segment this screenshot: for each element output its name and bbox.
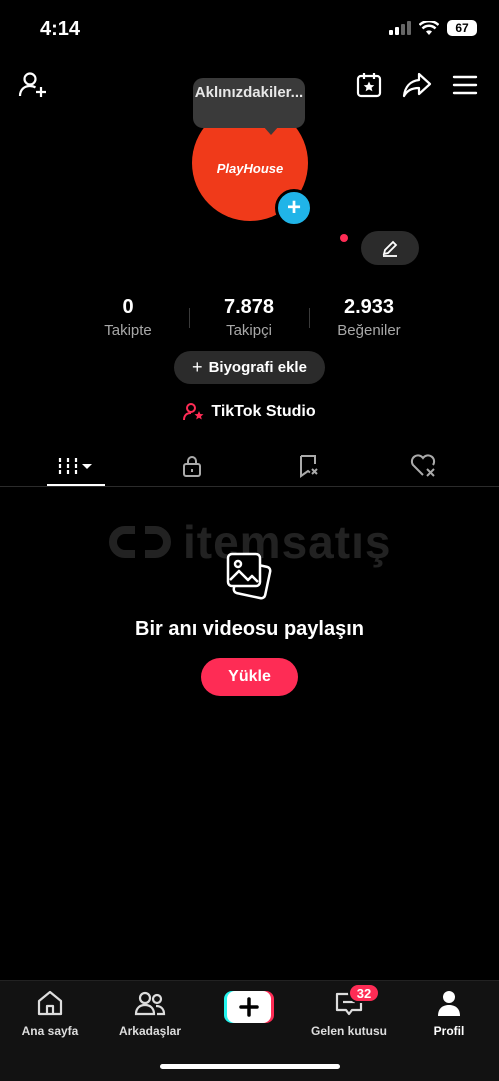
profile-tabs: [0, 446, 499, 487]
inbox-badge: 32: [348, 983, 380, 1003]
friends-icon: [134, 991, 166, 1016]
add-friend-button[interactable]: [16, 68, 50, 102]
stat-following[interactable]: 0 Takipte: [58, 296, 198, 339]
notification-dot: [340, 234, 348, 242]
menu-button[interactable]: [448, 68, 482, 102]
share-icon: [402, 72, 432, 98]
stat-likes-value: 2.933: [343, 296, 395, 318]
create-plus-icon: [224, 991, 274, 1023]
tab-videos[interactable]: [14, 446, 139, 486]
create-video-button[interactable]: [224, 991, 274, 1023]
studio-user-icon: [183, 403, 204, 421]
add-bio-button[interactable]: + Biyografi ekle: [174, 351, 325, 384]
add-bio-label: Biyografi ekle: [208, 359, 307, 376]
home-indicator: [160, 1064, 340, 1069]
profile-icon: [438, 991, 460, 1016]
grid-dropdown-icon: [58, 458, 92, 474]
stat-followers-value: 7.878: [223, 296, 275, 318]
edit-profile-button[interactable]: [361, 231, 419, 265]
empty-state-icon: [224, 550, 276, 607]
note-bubble-tail: [263, 126, 279, 135]
add-story-button[interactable]: +: [275, 189, 313, 227]
avatar-logo: PlayHouse: [216, 160, 284, 176]
heart-icon: [410, 454, 435, 477]
nav-friends-label: Arkadaşlar: [118, 1024, 182, 1038]
studio-label: TikTok Studio: [211, 403, 316, 420]
stat-following-label: Takipte: [104, 322, 152, 339]
nav-friends[interactable]: Arkadaşlar: [100, 989, 200, 1038]
signal-icon: [389, 21, 411, 35]
calendar-star-icon: [356, 73, 382, 98]
bookmark-icon: [299, 455, 318, 478]
wifi-icon: [419, 20, 439, 35]
nav-profile[interactable]: Profil: [399, 989, 499, 1038]
tab-saved[interactable]: [246, 446, 371, 486]
plus-icon: +: [192, 357, 203, 377]
tab-liked[interactable]: [360, 446, 485, 486]
stat-following-value: 0: [122, 296, 134, 318]
photo-stack-icon: [226, 552, 272, 600]
stat-likes-label: Beğeniler: [337, 322, 401, 339]
note-bubble[interactable]: Aklınızdakiler...: [193, 78, 305, 128]
tiktok-studio-link[interactable]: TikTok Studio: [0, 402, 499, 422]
nav-home[interactable]: Ana sayfa: [0, 989, 100, 1038]
add-user-icon: [18, 72, 46, 97]
stat-followers[interactable]: 7.878 Takipçi: [179, 296, 319, 339]
calendar-button[interactable]: [352, 68, 386, 102]
tab-private[interactable]: [129, 446, 254, 486]
share-button[interactable]: [400, 68, 434, 102]
status-time: 4:14: [40, 18, 81, 40]
watermark-logo-icon: [109, 526, 171, 558]
stat-followers-label: Takipçi: [226, 322, 272, 339]
stat-likes[interactable]: 2.933 Beğeniler: [299, 296, 439, 339]
nav-home-label: Ana sayfa: [21, 1024, 79, 1038]
upload-button[interactable]: Yükle: [201, 658, 298, 696]
nav-inbox-label: Gelen kutusu: [310, 1024, 387, 1038]
status-icons: 67: [389, 20, 477, 36]
battery-indicator: 67: [447, 20, 477, 36]
home-icon: [37, 990, 63, 1016]
empty-state-title: Bir anı videosu paylaşın: [135, 618, 364, 640]
pencil-icon: [382, 240, 398, 257]
active-tab-indicator: [47, 484, 105, 486]
watermark-text: itemsatış: [183, 516, 392, 568]
lock-icon: [182, 456, 201, 477]
plus-icon: +: [286, 194, 301, 221]
nav-profile-label: Profil: [433, 1024, 465, 1038]
hamburger-menu-icon: [452, 75, 478, 95]
